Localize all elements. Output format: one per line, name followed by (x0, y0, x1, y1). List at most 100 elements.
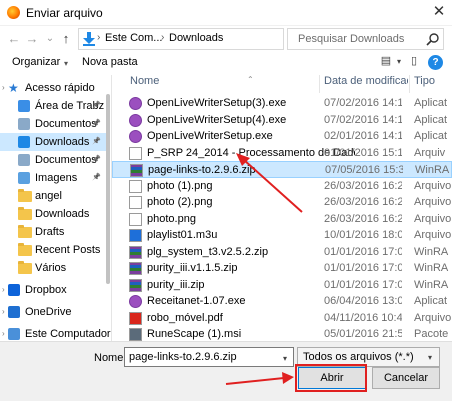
sidebar-item[interactable]: Downloads 📌 (0, 133, 110, 151)
pin-icon[interactable]: 📌 (92, 155, 101, 163)
sidebar-item-label: Drafts (35, 226, 65, 238)
filename-input[interactable] (124, 347, 294, 367)
view-dropdown-icon[interactable]: ▾ (394, 57, 404, 74)
file-date: 01/01/2016 17:07 (324, 262, 402, 274)
file-date: 01/01/2016 17:06 (324, 278, 402, 291)
sidebar-item[interactable]: angel (0, 187, 110, 205)
image-icon (129, 212, 142, 226)
organize-dropdown-icon[interactable]: ▾ (64, 59, 68, 68)
pdf-icon (129, 311, 142, 325)
desktop-icon (18, 100, 30, 112)
file-type: Arquivo (414, 311, 452, 324)
annotation-arrow-file (236, 153, 303, 213)
file-row[interactable]: robo_móvel.pdf 04/11/2016 10:40 Arquivo (112, 310, 452, 327)
file-row[interactable]: plg_system_t3.v2.5.2.zip 01/01/2016 17:09… (112, 244, 452, 261)
filename-dropdown-icon[interactable]: ▾ (283, 352, 287, 364)
column-separator[interactable] (409, 75, 410, 93)
title-bar: Enviar arquivo ✕ (0, 0, 452, 26)
sidebar-item-label: Dropbox (25, 284, 67, 296)
file-row[interactable]: purity_iii.zip 01/01/2016 17:06 WinRA (112, 277, 452, 294)
dropbox-icon (8, 284, 20, 296)
zip-icon (129, 262, 142, 275)
file-row[interactable]: purity_iii.v1.1.5.zip 01/01/2016 17:07 Win… (112, 260, 452, 277)
folder-icon (18, 225, 32, 238)
column-header-name[interactable]: Nome (130, 75, 315, 93)
star-icon: ★ (8, 81, 19, 95)
new-folder-button[interactable]: Nova pasta (82, 56, 138, 68)
sidebar-scrollbar[interactable] (106, 94, 110, 284)
file-row[interactable]: OpenLiveWriterSetup(4).exe 07/02/2016 14:… (112, 112, 452, 129)
onedrive-icon (8, 306, 20, 318)
breadcrumb-this-pc[interactable]: Este Com... (105, 32, 162, 44)
file-type: WinRA (415, 164, 450, 176)
sidebar-item[interactable]: › Dropbox (0, 281, 110, 299)
address-bar[interactable]: › Este Com... › Downloads ▾ ↻ (78, 28, 358, 50)
sidebar-item[interactable]: Downloads (0, 205, 110, 223)
sidebar-item[interactable]: › OneDrive (0, 303, 110, 321)
expand-chevron-icon[interactable]: › (2, 285, 5, 294)
file-date: 01/01/2016 17:09 (324, 245, 402, 258)
pin-icon[interactable]: 📌 (92, 119, 101, 127)
sidebar-item[interactable]: Documentos 📌 (0, 115, 110, 133)
msi-icon (129, 328, 142, 341)
file-row[interactable]: RuneScape (1).msi 05/01/2016 21:50 Pacote (112, 326, 452, 341)
sidebar-item[interactable]: Drafts (0, 223, 110, 241)
downloads-icon (83, 32, 95, 46)
file-type: Arquiv (414, 146, 446, 159)
sidebar-item[interactable]: Recent Posts (0, 241, 110, 259)
filename-label: Nome: (94, 352, 127, 364)
file-row[interactable]: OpenLiveWriterSetup.exe 02/01/2016 14:13 A… (112, 128, 452, 145)
zip-icon (130, 164, 143, 177)
forward-button[interactable]: → (24, 29, 40, 49)
column-header-type[interactable]: Tipo (414, 75, 452, 93)
up-button[interactable]: ↑ (58, 29, 74, 49)
cancel-button[interactable]: Cancelar (372, 367, 440, 389)
playlist-icon (129, 229, 142, 242)
pin-icon[interactable]: 📌 (92, 101, 101, 109)
file-row[interactable]: playlist01.m3u 10/01/2016 18:00 Arquivo (112, 227, 452, 244)
sidebar-item[interactable]: Área de Trabz 📌 (0, 97, 110, 115)
expand-chevron-icon[interactable]: › (2, 307, 5, 316)
expand-chevron-icon[interactable]: › (2, 329, 5, 338)
organize-button[interactable]: Organizar (12, 56, 60, 68)
expand-chevron-icon[interactable]: › (2, 83, 5, 92)
file-type: WinRA (414, 278, 449, 291)
sidebar-item-label: Vários (35, 262, 67, 274)
file-date: 04/11/2016 10:40 (324, 311, 402, 324)
column-header-date[interactable]: Data de modificaç... (324, 75, 408, 93)
file-date: 26/03/2016 16:27 (324, 212, 402, 225)
file-type: Arquivo (414, 229, 452, 241)
pin-icon[interactable]: 📌 (92, 137, 101, 145)
close-button[interactable]: ✕ (428, 2, 450, 22)
file-date: 26/03/2016 16:27 (324, 196, 402, 208)
zip-icon (129, 245, 142, 259)
file-date: 10/01/2016 18:00 (324, 229, 402, 241)
sidebar-item[interactable]: Imagens 📌 (0, 169, 110, 187)
annotation-highlight-open (295, 364, 367, 392)
view-options-icon[interactable]: ▤ (378, 54, 394, 71)
breadcrumb-downloads[interactable]: Downloads (169, 32, 223, 44)
search-box[interactable]: Pesquisar Downloads (287, 28, 444, 50)
file-date: 02/01/2016 14:13 (324, 130, 402, 142)
file-type: Aplicat (414, 113, 448, 126)
column-separator[interactable] (319, 75, 320, 93)
file-type: Arquivo (414, 196, 452, 208)
back-button[interactable]: ← (6, 29, 22, 49)
zip-icon (129, 278, 142, 292)
chevron-down-icon: ▾ (428, 353, 433, 362)
file-row[interactable]: OpenLiveWriterSetup(3).exe 07/02/2016 14:… (112, 95, 452, 112)
pin-icon[interactable]: 📌 (92, 173, 101, 181)
installer-icon (129, 295, 142, 308)
breadcrumb-separator: › (161, 32, 165, 43)
recent-locations-button[interactable]: ⌄ (42, 29, 58, 49)
computer-icon (8, 328, 20, 340)
preview-pane-icon[interactable]: ▯ (407, 54, 421, 71)
file-date: 05/01/2016 21:50 (324, 328, 402, 340)
sidebar-item[interactable]: › ★ Acesso rápido (0, 79, 110, 97)
sidebar-item[interactable]: Documentos 📌 (0, 151, 110, 169)
sidebar-item[interactable]: Vários (0, 259, 110, 277)
file-row[interactable]: Receitanet-1.07.exe 06/04/2016 13:02 Aplic… (112, 293, 452, 310)
sidebar-item[interactable]: › Este Computador (0, 325, 111, 341)
help-icon[interactable]: ? (428, 55, 443, 70)
folder-icon (18, 207, 32, 220)
